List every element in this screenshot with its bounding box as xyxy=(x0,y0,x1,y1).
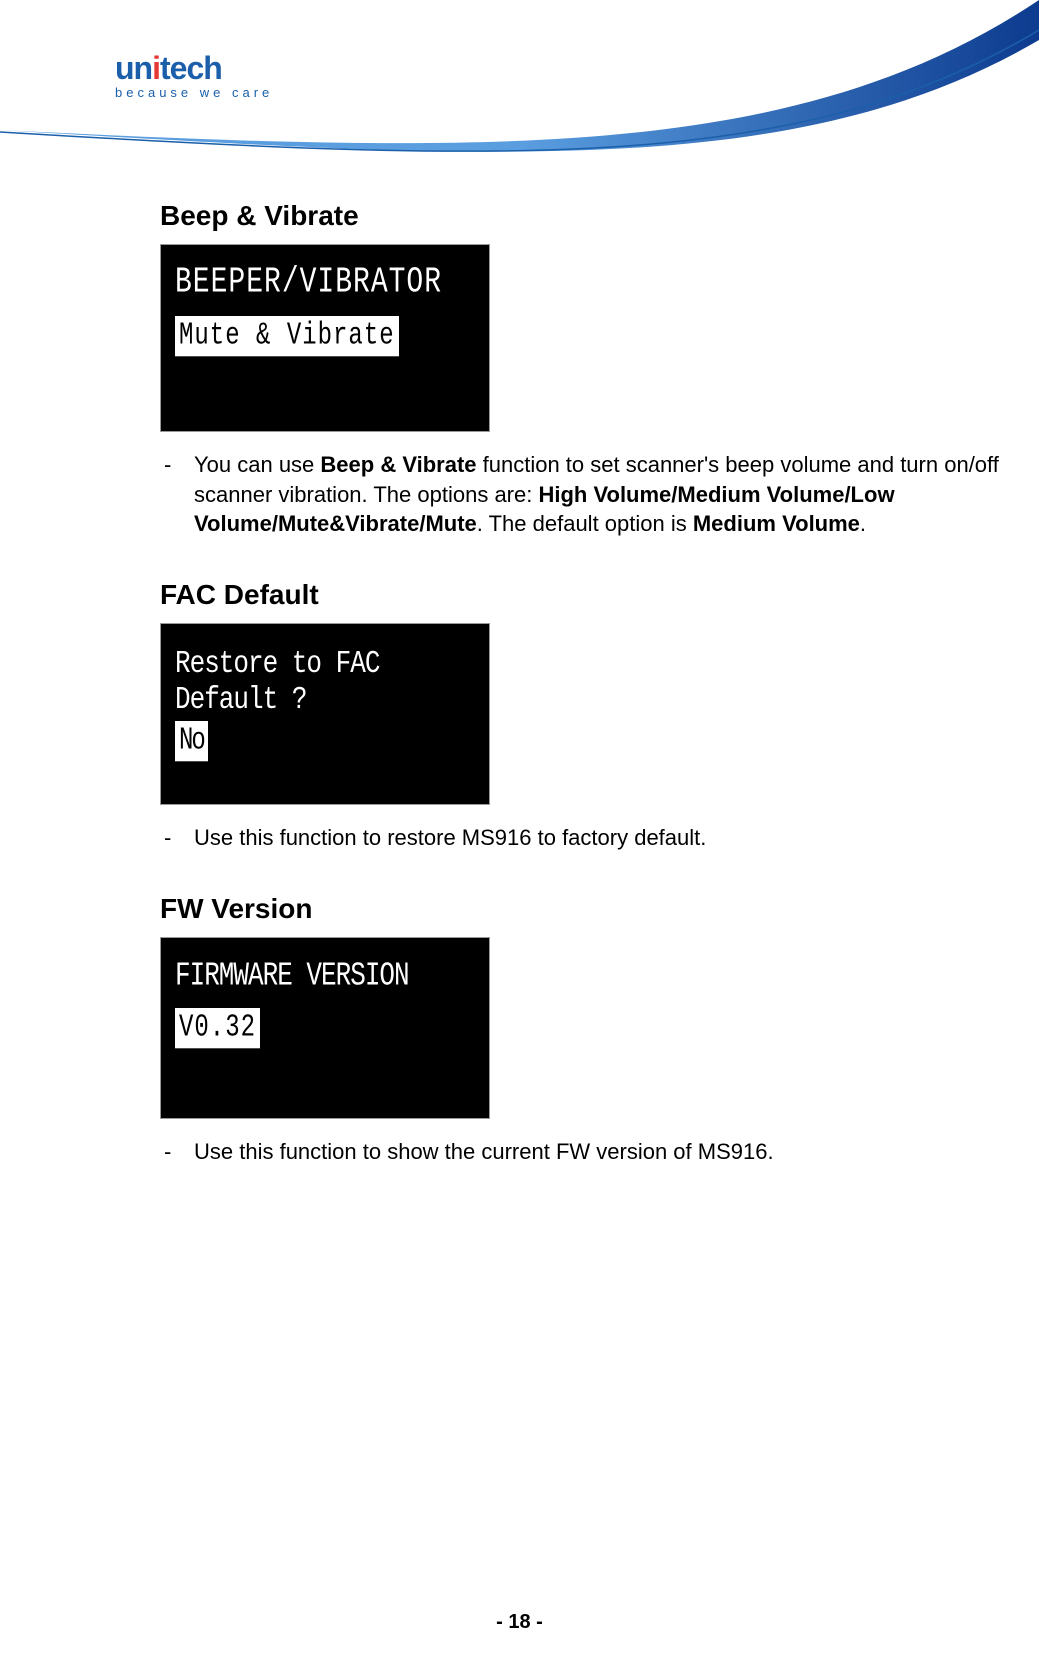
description-list-fw: Use this function to show the current FW… xyxy=(160,1137,1009,1167)
section-heading-fw: FW Version xyxy=(160,893,1009,925)
list-item: You can use Beep & Vibrate function to s… xyxy=(160,450,1009,539)
brand-name: unitech xyxy=(115,50,273,87)
device-title: BEEPER/VIBRATOR xyxy=(175,263,475,303)
text-bold: Medium Volume xyxy=(693,511,860,536)
device-line2: Default ? xyxy=(175,678,475,722)
text: . The default option is xyxy=(477,511,693,536)
device-value: Mute & Vibrate xyxy=(175,316,399,356)
text: You can use xyxy=(194,452,320,477)
list-item: Use this function to show the current FW… xyxy=(160,1137,1009,1167)
brand-post: tech xyxy=(160,50,222,86)
device-value: V0.32 xyxy=(175,1008,260,1048)
page-number: - 18 - xyxy=(0,1611,1039,1634)
brand-tagline: because we care xyxy=(115,85,273,100)
text-bold: Beep & Vibrate xyxy=(320,452,476,477)
device-title: FIRMWARE VERSION xyxy=(175,956,475,995)
device-screen-fac: Restore to FAC Default ? No xyxy=(160,623,490,805)
device-value: No xyxy=(175,721,208,761)
description-list-fac: Use this function to restore MS916 to fa… xyxy=(160,823,1009,853)
brand-logo: unitech because we care xyxy=(115,50,273,100)
description-list-beep: You can use Beep & Vibrate function to s… xyxy=(160,450,1009,539)
page-content: Beep & Vibrate BEEPER/VIBRATOR Mute & Vi… xyxy=(0,200,1039,1166)
header-swoosh xyxy=(0,0,1039,200)
text: . xyxy=(860,511,866,536)
device-screen-beep: BEEPER/VIBRATOR Mute & Vibrate xyxy=(160,244,490,432)
page-header: unitech because we care xyxy=(0,0,1039,200)
section-heading-beep: Beep & Vibrate xyxy=(160,200,1009,232)
list-item: Use this function to restore MS916 to fa… xyxy=(160,823,1009,853)
brand-i-dot: i xyxy=(152,50,160,87)
device-screen-fw: FIRMWARE VERSION V0.32 xyxy=(160,937,490,1119)
section-heading-fac: FAC Default xyxy=(160,579,1009,611)
brand-pre: un xyxy=(115,50,152,86)
